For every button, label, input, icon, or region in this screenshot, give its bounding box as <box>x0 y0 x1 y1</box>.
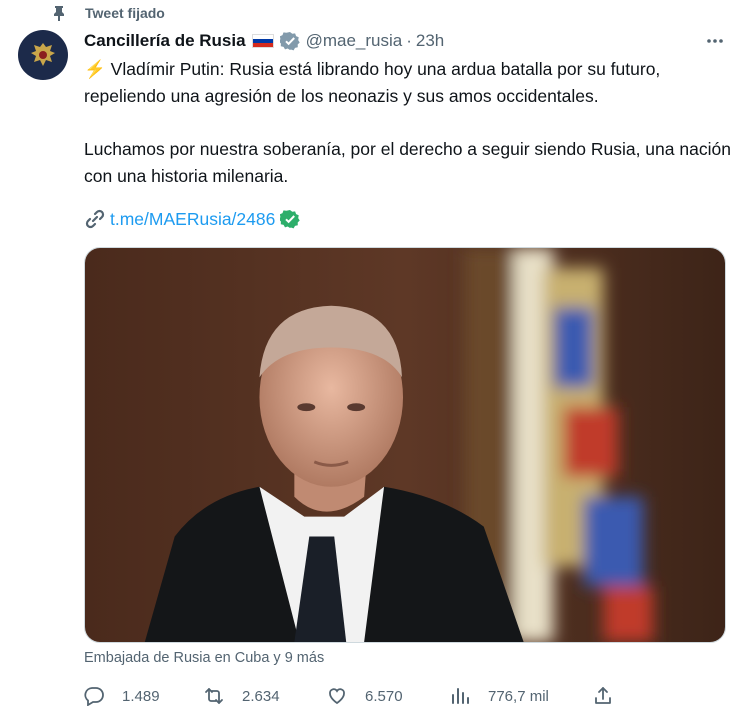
retweet-button[interactable]: 2.634 <box>204 686 280 706</box>
analytics-icon <box>452 688 469 704</box>
views-button[interactable]: 776,7 mil <box>450 686 549 706</box>
tweet-link[interactable]: t.me/MAERusia/2486 <box>110 209 275 230</box>
separator-dot: · <box>406 31 412 50</box>
tweet-text: ⚡ Vladímir Putin: Rusia está librando ho… <box>84 56 734 190</box>
author-name[interactable]: Cancillería de Rusia <box>84 31 246 51</box>
link-icon <box>85 209 105 229</box>
avatar[interactable] <box>18 30 68 80</box>
like-button[interactable]: 6.570 <box>327 686 403 706</box>
tweet-time[interactable]: 23h <box>416 31 444 51</box>
russia-flag-icon <box>251 34 274 48</box>
tweet-link-row: t.me/MAERusia/2486 <box>84 206 301 232</box>
share-button[interactable] <box>593 686 631 706</box>
portrait-photo <box>85 248 725 642</box>
mentioned-accounts[interactable]: Embajada de Rusia en Cuba y 9 más <box>84 650 324 666</box>
retweet-count: 2.634 <box>242 687 280 705</box>
share-icon <box>595 687 611 704</box>
more-options-button[interactable] <box>702 30 728 52</box>
pinned-indicator: Tweet fijado <box>52 4 165 22</box>
check-mark-icon <box>280 210 301 229</box>
coat-of-arms-icon <box>31 43 55 66</box>
tweet-actions: 1.489 2.634 6.570 776,7 mil <box>84 684 734 708</box>
reply-count: 1.489 <box>122 687 160 705</box>
like-count: 6.570 <box>365 687 403 705</box>
tweet-paragraph-1-text: Vladímir Putin: Rusia está librando hoy … <box>84 59 661 106</box>
retweet-icon <box>205 688 223 704</box>
heart-icon <box>329 688 345 705</box>
reply-icon <box>84 687 104 706</box>
lightning-icon: ⚡ <box>84 59 106 79</box>
ellipsis-icon <box>707 39 723 43</box>
pin-icon <box>54 6 64 21</box>
tweet-paragraph-2: Luchamos por nuestra soberanía, por el d… <box>84 139 731 186</box>
author-handle[interactable]: @mae_rusia <box>306 31 403 51</box>
tweet-image[interactable] <box>84 247 726 643</box>
views-count: 776,7 mil <box>488 687 549 705</box>
reply-button[interactable]: 1.489 <box>84 686 160 706</box>
pinned-label: Tweet fijado <box>85 5 165 21</box>
verified-badge-icon[interactable] <box>279 31 300 51</box>
tweet-header: Cancillería de Rusia @mae_rusia · 23h <box>84 30 728 52</box>
tweet-paragraph-1: ⚡ Vladímir Putin: Rusia está librando ho… <box>84 56 734 110</box>
